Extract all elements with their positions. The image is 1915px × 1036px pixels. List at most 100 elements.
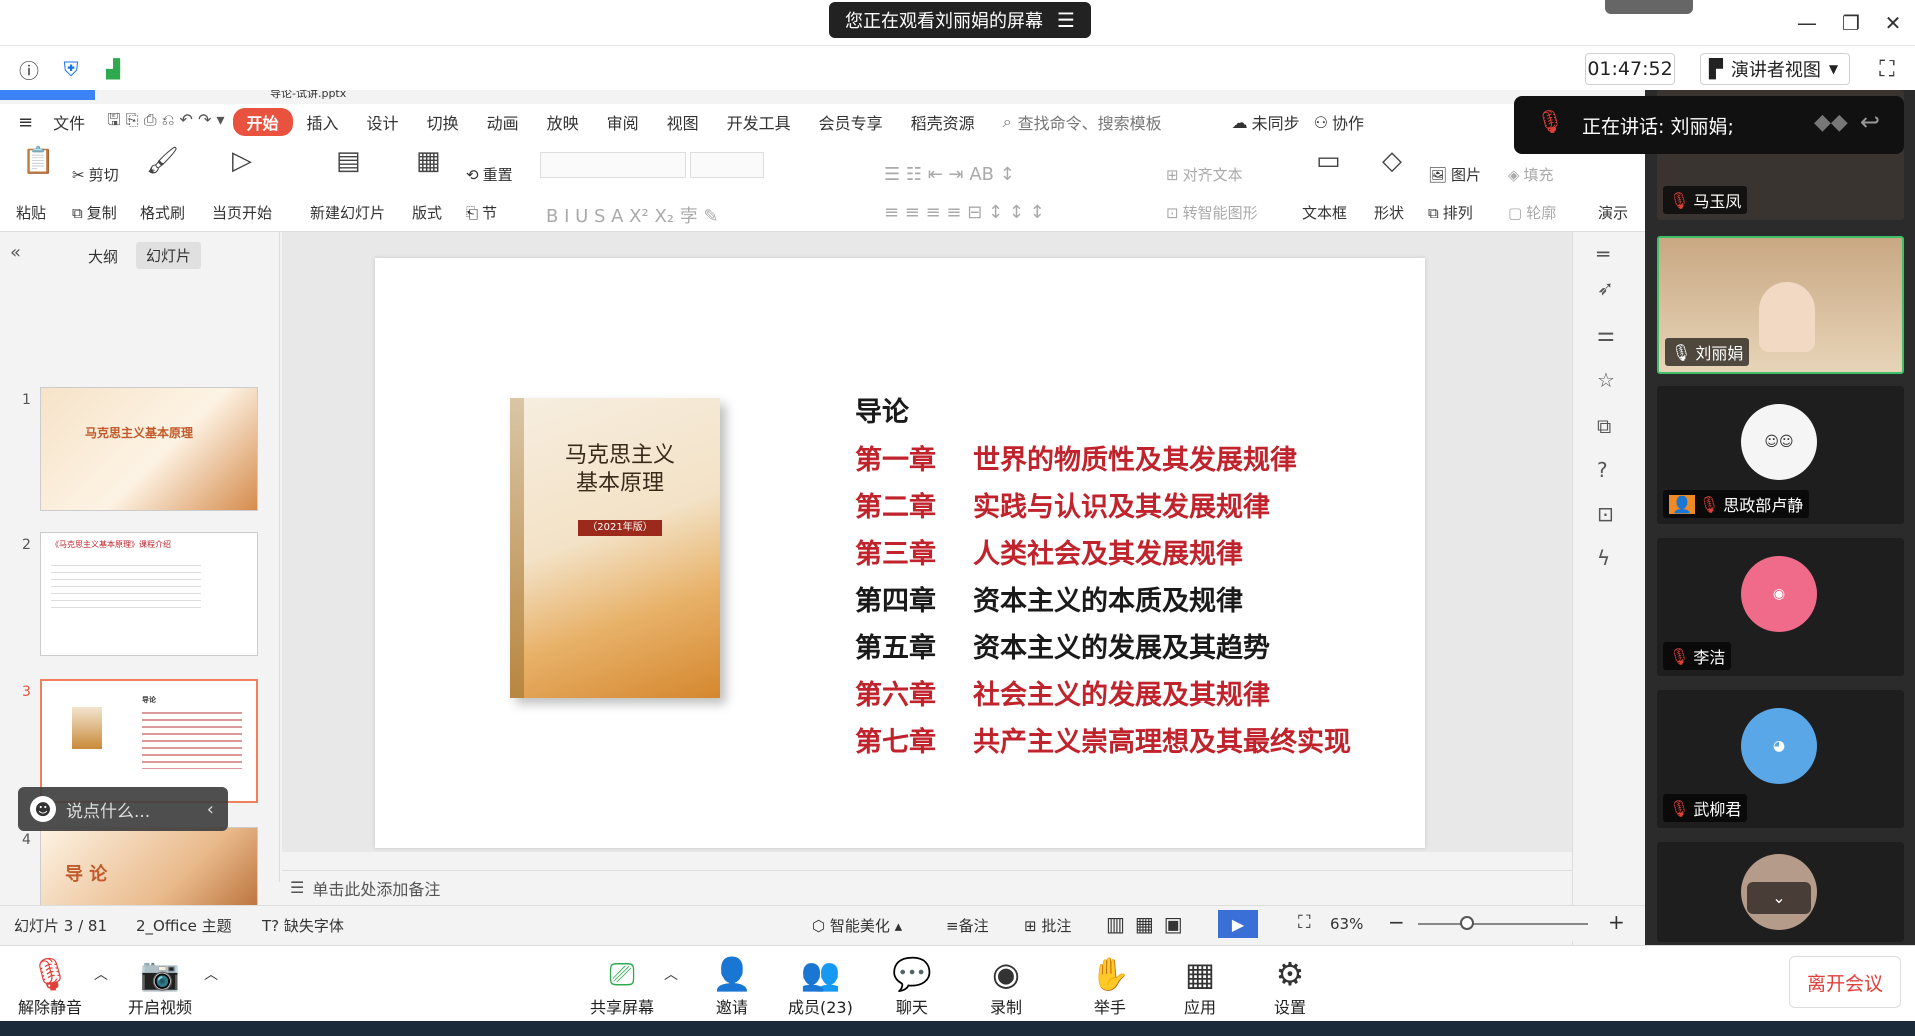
chevron-up-icon[interactable]: ︿ (204, 964, 218, 984)
missing-font-button[interactable]: T? 缺失字体 (262, 915, 344, 936)
restore-icon[interactable]: ❐ (1834, 8, 1868, 38)
participant-tile[interactable]: ◉ 🎙 李洁 (1657, 538, 1904, 676)
screen-share-banner[interactable]: 您正在观看刘丽娟的屏幕 ☰ (829, 2, 1091, 38)
tab-home[interactable]: 开始 (232, 108, 293, 136)
invite-button[interactable]: 👤 邀请 (712, 954, 752, 1018)
tab-developer[interactable]: 开发工具 (713, 110, 805, 134)
tab-review[interactable]: 审阅 (593, 110, 653, 134)
slide-thumb-2[interactable]: 《马克思主义基本原理》课程介绍 (40, 532, 258, 656)
fit-icon[interactable]: ⛶ (1298, 912, 1311, 933)
tab-animation[interactable]: 动画 (473, 110, 533, 134)
notes-bar[interactable]: ☰ 单击此处添加备注 (282, 870, 1572, 904)
paste-button[interactable]: 粘贴 (16, 202, 46, 223)
participant-tile[interactable]: ◕ 🎙 武柳君 (1657, 690, 1904, 828)
chevron-left-icon[interactable]: ‹ (207, 799, 228, 820)
theme-name[interactable]: 2_Office 主题 (136, 915, 232, 936)
copy-button[interactable]: ⧉ 复制 (72, 202, 117, 223)
new-slide-icon[interactable]: ▤ (336, 146, 361, 176)
chevron-up-icon[interactable]: ︿ (664, 964, 678, 984)
collapse-icon[interactable]: « (10, 242, 21, 263)
collab-button[interactable]: 协作 (1332, 110, 1364, 134)
outline-button[interactable]: ▢ 轮廓 (1508, 202, 1556, 223)
command-search[interactable]: 查找命令、搜索模板 (1018, 110, 1162, 134)
fullscreen-icon[interactable]: ⛶ (1871, 53, 1903, 85)
close-icon[interactable]: ✕ (1876, 8, 1910, 38)
drag-handle-icon[interactable]: ═ (1597, 242, 1609, 266)
present-button[interactable]: 演示 (1598, 202, 1628, 223)
zoom-slider[interactable] (1418, 923, 1588, 925)
zoom-level[interactable]: 63% (1330, 915, 1363, 933)
shape-icon[interactable]: ◇ (1382, 146, 1402, 176)
lightning-icon[interactable]: ϟ (1597, 546, 1610, 570)
reset-button[interactable]: ⟲ 重置 (466, 164, 513, 185)
comment-button[interactable]: ⊞ 批注 (1024, 915, 1071, 936)
tab-view[interactable]: 视图 (653, 110, 713, 134)
file-tab[interactable]: 导论-试讲.pptx (270, 90, 470, 100)
tab-slides[interactable]: 幻灯片 (136, 242, 202, 269)
chevron-up-icon[interactable]: ︿ (94, 964, 108, 984)
tab-design[interactable]: 设计 (353, 110, 413, 134)
play-icon[interactable]: ▷ (232, 146, 252, 176)
screenshot-icon[interactable]: ⊡ (1597, 502, 1614, 526)
apps-button[interactable]: ▦ 应用 (1184, 954, 1216, 1018)
hamburger-icon[interactable]: ≡ (0, 112, 39, 133)
cut-button[interactable]: ✂ 剪切 (72, 164, 119, 185)
minimize-icon[interactable]: — (1790, 8, 1824, 38)
tab-docer[interactable]: 稻壳资源 (897, 110, 989, 134)
home-tab[interactable] (0, 90, 95, 100)
slide-thumb-3[interactable]: 导论 (40, 679, 258, 803)
fill-button[interactable]: ◈ 填充 (1508, 164, 1554, 185)
participant-tile-active[interactable]: 🎙 刘丽娟 (1657, 236, 1904, 374)
textbox-icon[interactable]: ▭ (1316, 146, 1341, 176)
menu-icon[interactable]: ☰ (1057, 8, 1075, 32)
view-mode-dropdown[interactable]: ▛ 演讲者视图 ▼ (1700, 53, 1850, 85)
record-button[interactable]: ◉ 录制 (990, 954, 1022, 1018)
members-button[interactable]: 👥 成员(23) (788, 954, 853, 1018)
raise-hand-button[interactable]: ✋ 举手 (1090, 954, 1130, 1018)
new-slide-button[interactable]: 新建幻灯片 (310, 202, 385, 223)
slide-thumb-1[interactable]: 马克思主义基本原理 (40, 387, 258, 511)
tab-insert[interactable]: 插入 (293, 110, 353, 134)
section-button[interactable]: ⎗ 节 (466, 202, 497, 223)
format-painter-button[interactable]: 格式刷 (140, 202, 185, 223)
paragraph-buttons[interactable]: ☰ ☷ ⇤ ⇥ AB ↕ (884, 164, 1015, 185)
tab-outline[interactable]: 大纲 (88, 246, 118, 267)
share-screen-button[interactable]: ⎚ 共享屏幕 (590, 954, 654, 1018)
font-family-select[interactable] (540, 152, 686, 178)
signal-icon[interactable]: ▟ (98, 54, 128, 84)
tab-member[interactable]: 会员专享 (805, 110, 897, 134)
participant-tile[interactable]: ⌄ (1657, 842, 1904, 942)
layout-icon[interactable]: ▦ (416, 146, 441, 176)
shield-icon[interactable]: ⛨ (56, 54, 86, 84)
arrange-button[interactable]: ⧉ 排列 (1428, 202, 1473, 223)
view-mode-icons[interactable]: ▥▦▣ (1106, 912, 1193, 936)
rocket-icon[interactable]: ➶ (1597, 276, 1614, 300)
zoom-in-icon[interactable]: + (1608, 910, 1625, 934)
quick-access-icons[interactable]: 🖫 ⎘ ⎙ ⎌ ↶ ↷ ▾ (99, 109, 232, 136)
chat-input[interactable]: ☻ 说点什么... ‹ (18, 787, 228, 831)
participant-tile[interactable]: ☺☺ 👤 🎙 思政部卢静 (1657, 386, 1904, 524)
emoji-icon[interactable]: ☻ (30, 796, 56, 822)
font-size-select[interactable] (690, 152, 764, 178)
smart-art-button[interactable]: ⊡ 转智能图形 (1166, 202, 1258, 223)
scroll-down-icon[interactable]: ⌄ (1747, 882, 1811, 914)
current-slide[interactable]: 马克思主义基本原理 （2021年版） 导论 第一章 世界的物质性及其发展规律 第二章… (375, 258, 1425, 848)
picture-button[interactable]: 🖼 图片 (1428, 164, 1481, 185)
textbox-button[interactable]: 文本框 (1302, 202, 1347, 223)
brush-icon[interactable]: 🖌 (146, 146, 179, 176)
tab-transition[interactable]: 切换 (413, 110, 473, 134)
align-text-button[interactable]: ⊞ 对齐文本 (1166, 164, 1243, 185)
back-arrow-icon[interactable]: ↩ (1860, 108, 1880, 136)
notes-toggle[interactable]: ≡备注 (946, 915, 989, 936)
info-icon[interactable]: ⓘ (14, 54, 44, 84)
zoom-slider-thumb[interactable] (1460, 916, 1474, 930)
sync-status[interactable]: 未同步 (1252, 110, 1300, 134)
shape-button[interactable]: 形状 (1374, 202, 1404, 223)
leave-meeting-button[interactable]: 离开会议 (1789, 956, 1901, 1008)
beautify-button[interactable]: ⬡ 智能美化 ▴ (812, 915, 902, 936)
video-button[interactable]: 📷 开启视频 (128, 954, 192, 1018)
unmute-button[interactable]: 🎙 解除静音 (18, 954, 82, 1018)
zoom-out-icon[interactable]: − (1388, 910, 1405, 934)
font-style-buttons[interactable]: B I U S A X² X₂ 孛 ✎ (546, 202, 719, 228)
from-current-button[interactable]: 当页开始 (212, 202, 272, 223)
